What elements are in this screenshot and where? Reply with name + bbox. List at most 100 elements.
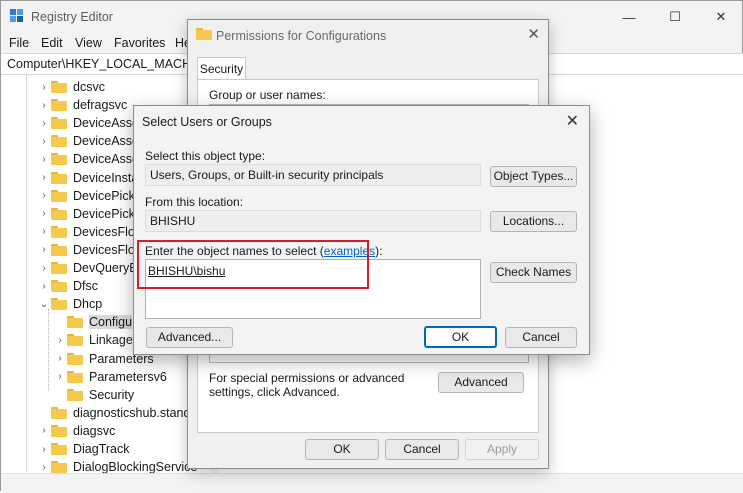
locations-button[interactable]: Locations... xyxy=(490,211,577,232)
tree-item-label: Dfsc xyxy=(73,279,98,294)
tree-item[interactable]: › DiagTrack xyxy=(37,440,129,458)
tree-item[interactable]: Security xyxy=(53,386,134,404)
select-users-title: Select Users or Groups xyxy=(142,115,272,129)
chevron-right-icon[interactable]: › xyxy=(37,425,51,436)
tree-guide-line xyxy=(26,75,27,492)
cancel-button[interactable]: Cancel xyxy=(385,439,459,460)
close-button[interactable]: ✕ xyxy=(698,1,743,33)
window-title: Registry Editor xyxy=(31,10,113,24)
tree-item[interactable]: › diagsvc xyxy=(37,422,115,440)
tree-item[interactable]: › DevQueryB xyxy=(37,259,137,277)
tree-item[interactable]: › DevicePicke xyxy=(37,205,142,223)
tree-item[interactable]: › Parametersv6 xyxy=(53,368,167,386)
tree-item-label: DevicePicke xyxy=(73,206,142,221)
chevron-right-icon[interactable]: › xyxy=(37,154,51,165)
tree-item[interactable]: › defragsvc xyxy=(37,96,127,114)
chevron-right-icon[interactable]: › xyxy=(37,190,51,201)
menu-favorites[interactable]: Favorites xyxy=(114,36,165,50)
folder-icon xyxy=(51,298,67,311)
permissions-title: Permissions for Configurations xyxy=(216,29,387,43)
folder-icon xyxy=(67,388,83,401)
folder-icon xyxy=(51,461,67,474)
cancel-button[interactable]: Cancel xyxy=(505,327,577,348)
tree-item[interactable]: › DevicesFlov xyxy=(37,223,141,241)
advanced-button[interactable]: Advanced... xyxy=(146,327,233,348)
minimize-icon: — xyxy=(622,9,636,25)
folder-icon xyxy=(51,443,67,455)
location-field: BHISHU xyxy=(145,210,481,232)
tree-item-label: dcsvc xyxy=(73,80,105,94)
folder-icon xyxy=(196,28,218,40)
select-users-dialog: Select Users or Groups ✕ Select this obj… xyxy=(133,105,590,355)
menu-edit[interactable]: Edit xyxy=(41,36,63,50)
tree-item[interactable]: › Linkage xyxy=(53,331,133,349)
tree-guide-line xyxy=(48,309,49,391)
maximize-button[interactable]: ☐ xyxy=(652,1,698,33)
chevron-right-icon[interactable]: › xyxy=(37,462,51,473)
menu-file[interactable]: File xyxy=(9,36,29,50)
tree-item[interactable]: › DeviceAsso xyxy=(37,150,139,168)
chevron-right-icon[interactable]: › xyxy=(37,136,51,147)
tree-item[interactable]: › DeviceInsta xyxy=(37,169,138,187)
annotation-highlight-box xyxy=(137,240,369,289)
tree-item-label: Parametersv6 xyxy=(89,369,167,384)
ok-button[interactable]: OK xyxy=(424,326,497,348)
registry-icon xyxy=(10,9,23,22)
group-names-label: Group or user names: xyxy=(209,88,326,102)
folder-icon xyxy=(51,424,67,437)
tree-item[interactable]: › Dfsc xyxy=(37,277,98,295)
close-icon[interactable]: ✕ xyxy=(527,25,540,43)
chevron-right-icon[interactable]: › xyxy=(37,226,51,237)
chevron-right-icon[interactable]: › xyxy=(37,444,51,455)
chevron-right-icon[interactable]: › xyxy=(37,82,51,93)
tree-item[interactable]: › DevicesFlov xyxy=(37,241,141,259)
chevron-right-icon[interactable]: › xyxy=(37,281,51,292)
tree-item-label: DeviceAsso xyxy=(73,116,139,131)
minimize-button[interactable]: — xyxy=(606,1,652,33)
folder-icon xyxy=(51,406,67,419)
chevron-right-icon[interactable]: › xyxy=(37,172,51,183)
chevron-right-icon[interactable]: › xyxy=(37,244,51,255)
object-type-label: Select this object type: xyxy=(145,149,266,163)
object-types-button[interactable]: Object Types... xyxy=(490,166,577,187)
folder-icon xyxy=(67,370,83,383)
tree-item-label: diagnosticshub.stand xyxy=(73,405,191,420)
folder-icon xyxy=(51,243,67,256)
tree-item[interactable]: › DeviceAsso xyxy=(37,114,139,132)
chevron-right-icon[interactable]: › xyxy=(53,335,67,346)
tree-item-label: Linkage xyxy=(89,333,133,348)
tree-item[interactable]: › DeviceAsso xyxy=(37,132,139,150)
tree-item[interactable]: › DevicePicke xyxy=(37,187,142,205)
folder-icon xyxy=(51,280,67,293)
tree-item-label: diagsvc xyxy=(73,423,116,438)
folder-icon xyxy=(51,225,67,238)
apply-button[interactable]: Apply xyxy=(465,439,539,460)
chevron-right-icon[interactable]: › xyxy=(53,353,67,364)
tree-item[interactable]: ⌄ Dhcp xyxy=(37,295,102,313)
tree-item-label: defragsvc xyxy=(73,98,128,113)
menu-view[interactable]: View xyxy=(75,36,102,50)
close-icon: ✕ xyxy=(715,9,727,24)
tree-item-label: DeviceInsta xyxy=(73,170,139,185)
folder-icon xyxy=(51,189,67,202)
folder-icon xyxy=(51,153,67,166)
tree-item[interactable]: › dcsvc xyxy=(37,78,105,96)
chevron-right-icon[interactable]: › xyxy=(37,118,51,129)
chevron-right-icon[interactable]: › xyxy=(37,208,51,219)
tab-security[interactable]: Security xyxy=(197,57,246,80)
close-icon[interactable]: ✕ xyxy=(566,111,579,131)
chevron-right-icon[interactable]: › xyxy=(53,371,67,382)
tree-item-label: DevicePicke xyxy=(73,188,142,203)
tree-item-label: DeviceAsso xyxy=(73,152,139,167)
advanced-button[interactable]: Advanced xyxy=(438,372,524,393)
chevron-down-icon[interactable]: ⌄ xyxy=(37,299,51,310)
tree-item[interactable]: diagnosticshub.stand xyxy=(37,404,190,422)
check-names-button[interactable]: Check Names xyxy=(490,262,577,283)
folder-icon xyxy=(51,117,67,130)
folder-icon xyxy=(51,99,67,112)
horizontal-scrollbar[interactable] xyxy=(1,473,743,493)
chevron-right-icon[interactable]: › xyxy=(37,100,51,111)
tree-item[interactable]: Configu xyxy=(53,313,133,331)
ok-button[interactable]: OK xyxy=(305,439,379,460)
chevron-right-icon[interactable]: › xyxy=(37,263,51,274)
